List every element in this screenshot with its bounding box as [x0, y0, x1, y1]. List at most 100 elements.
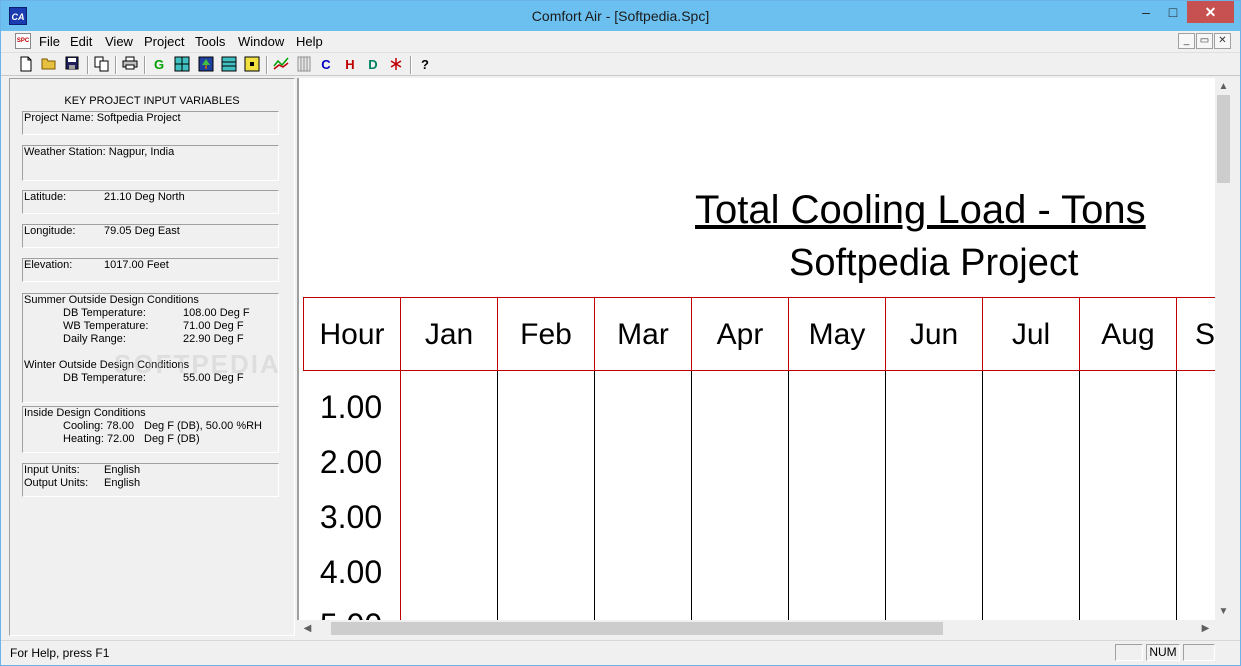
longitude-group: Longitude: 79.05 Deg East: [22, 224, 279, 248]
input-units-label: Input Units:: [24, 464, 80, 476]
minimize-button[interactable]: –: [1133, 1, 1159, 23]
document-icon[interactable]: SPC: [15, 33, 31, 49]
output-units-value: English: [104, 477, 141, 489]
daily-range-label: Daily Range:: [63, 333, 126, 345]
close-button[interactable]: ✕: [1187, 1, 1234, 23]
status-pane-scroll: [1183, 644, 1215, 661]
elevation-label: Elevation:: [24, 259, 73, 271]
window-panel-icon[interactable]: [220, 56, 238, 74]
outside-design-group: Summer Outside Design Conditions DB Temp…: [22, 293, 279, 403]
title-bar[interactable]: CA Comfort Air - [Softpedia.Spc] – □ ✕: [1, 1, 1240, 31]
fan-icon[interactable]: [387, 56, 405, 74]
column-header-may: May: [788, 297, 885, 371]
column-divider: [594, 371, 595, 620]
column-header-hour: Hour: [303, 297, 400, 371]
column-header-jun: Jun: [885, 297, 982, 371]
softpedia-watermark: SOFTPEDIA: [114, 349, 281, 379]
menu-file[interactable]: File: [39, 34, 60, 49]
grid-icon[interactable]: [173, 56, 191, 74]
summer-heading: Summer Outside Design Conditions: [24, 294, 199, 306]
weather-station-group: Weather Station: Nagpur, India: [22, 145, 279, 181]
table-icon[interactable]: [295, 56, 313, 74]
maximize-button[interactable]: □: [1160, 1, 1186, 23]
latitude-group: Latitude: 21.10 Deg North: [22, 190, 279, 214]
elevation-group: Elevation: 1017.00 Feet: [22, 258, 279, 282]
status-pane-num: NUM: [1146, 644, 1180, 661]
panel-heading: KEY PROJECT INPUT VARIABLES: [64, 95, 240, 107]
elevation-value: 1017.00 Feet: [104, 259, 169, 271]
report-view[interactable]: Total Cooling Load - Tons Softpedia Proj…: [297, 78, 1215, 620]
c-tool-button[interactable]: C: [317, 56, 335, 74]
db-temp-label: DB Temperature:: [63, 307, 146, 319]
scroll-right-icon[interactable]: ▶: [1197, 623, 1214, 634]
weather-station-text: Weather Station: Nagpur, India: [24, 146, 175, 158]
mdi-close-button[interactable]: ✕: [1214, 33, 1231, 49]
menu-tools[interactable]: Tools: [195, 34, 225, 49]
column-header-aug: Aug: [1079, 297, 1176, 371]
hour-cell: 2.00: [319, 444, 383, 480]
d-tool-button[interactable]: D: [364, 56, 382, 74]
wb-temp-label: WB Temperature:: [63, 320, 149, 332]
longitude-value: 79.05 Deg East: [104, 225, 180, 237]
toolbar-separator: [266, 56, 268, 74]
window-title: Comfort Air - [Softpedia.Spc]: [531, 8, 710, 24]
menu-view[interactable]: View: [105, 34, 133, 49]
menu-help[interactable]: Help: [296, 34, 323, 49]
vertical-scrollbar[interactable]: ▲ ▼: [1215, 78, 1232, 620]
inside-heading: Inside Design Conditions: [24, 407, 146, 419]
new-file-icon[interactable]: [17, 56, 35, 74]
daily-range-value: 22.90 Deg F: [183, 333, 244, 345]
hour-cell: 4.00: [319, 554, 383, 590]
cooling-text: Cooling: 78.00: [63, 420, 134, 432]
scroll-up-icon[interactable]: ▲: [1215, 81, 1232, 92]
menu-window[interactable]: Window: [238, 34, 284, 49]
tree-icon[interactable]: [197, 56, 215, 74]
mdi-restore-button[interactable]: ▭: [1196, 33, 1213, 49]
input-units-value: English: [104, 464, 141, 476]
report-title: Total Cooling Load - Tons: [695, 188, 1146, 232]
column-divider: [788, 371, 789, 620]
open-folder-icon[interactable]: [40, 56, 58, 74]
hour-cell: 1.00: [319, 389, 383, 425]
status-bar: For Help, press F1 NUM: [1, 640, 1240, 665]
column-header-mar: Mar: [594, 297, 691, 371]
latitude-value: 21.10 Deg North: [104, 191, 185, 203]
column-header-jan: Jan: [400, 297, 497, 371]
output-units-label: Output Units:: [24, 477, 89, 489]
scroll-left-icon[interactable]: ◀: [299, 623, 316, 634]
horizontal-scroll-thumb[interactable]: [331, 622, 943, 635]
target-icon[interactable]: [243, 56, 261, 74]
print-icon[interactable]: [121, 56, 139, 74]
menu-project[interactable]: Project: [144, 34, 184, 49]
horizontal-scrollbar[interactable]: ◀ ▶: [297, 620, 1215, 637]
chart-lines-icon[interactable]: [272, 56, 290, 74]
db-temp-value: 108.00 Deg F: [183, 307, 250, 319]
project-name-group: Project Name: Softpedia Project: [22, 111, 279, 135]
app-window: CA Comfort Air - [Softpedia.Spc] – □ ✕ S…: [0, 0, 1241, 666]
mdi-minimize-button[interactable]: _: [1178, 33, 1195, 49]
toolbar-separator: [87, 56, 89, 74]
wb-temp-value: 71.00 Deg F: [183, 320, 244, 332]
menu-edit[interactable]: Edit: [70, 34, 92, 49]
menu-bar: SPC File Edit View Project Tools Window …: [1, 31, 1240, 52]
copy-icon[interactable]: [93, 56, 111, 74]
g-tool-button[interactable]: G: [150, 56, 168, 74]
column-divider: [982, 371, 983, 620]
status-pane-caps: [1115, 644, 1143, 661]
report-subtitle: Softpedia Project: [789, 242, 1079, 284]
column-divider: [400, 371, 401, 620]
hour-cell: 3.00: [319, 499, 383, 535]
column-header-feb: Feb: [497, 297, 594, 371]
toolbar: G C H D ?: [1, 52, 1240, 76]
scroll-down-icon[interactable]: ▼: [1215, 606, 1232, 617]
h-tool-button[interactable]: H: [341, 56, 359, 74]
hour-cell: 5.00: [303, 607, 399, 620]
project-name-text: Project Name: Softpedia Project: [24, 112, 181, 124]
column-header-sep: S: [1176, 297, 1215, 371]
save-icon[interactable]: [63, 56, 81, 74]
inside-design-group: Inside Design Conditions Cooling: 78.00 …: [22, 406, 279, 453]
help-icon[interactable]: ?: [416, 56, 434, 74]
vertical-scroll-thumb[interactable]: [1217, 95, 1230, 183]
project-variables-panel: KEY PROJECT INPUT VARIABLES Project Name…: [9, 78, 295, 636]
cooling-value: Deg F (DB), 50.00 %RH: [144, 420, 262, 432]
